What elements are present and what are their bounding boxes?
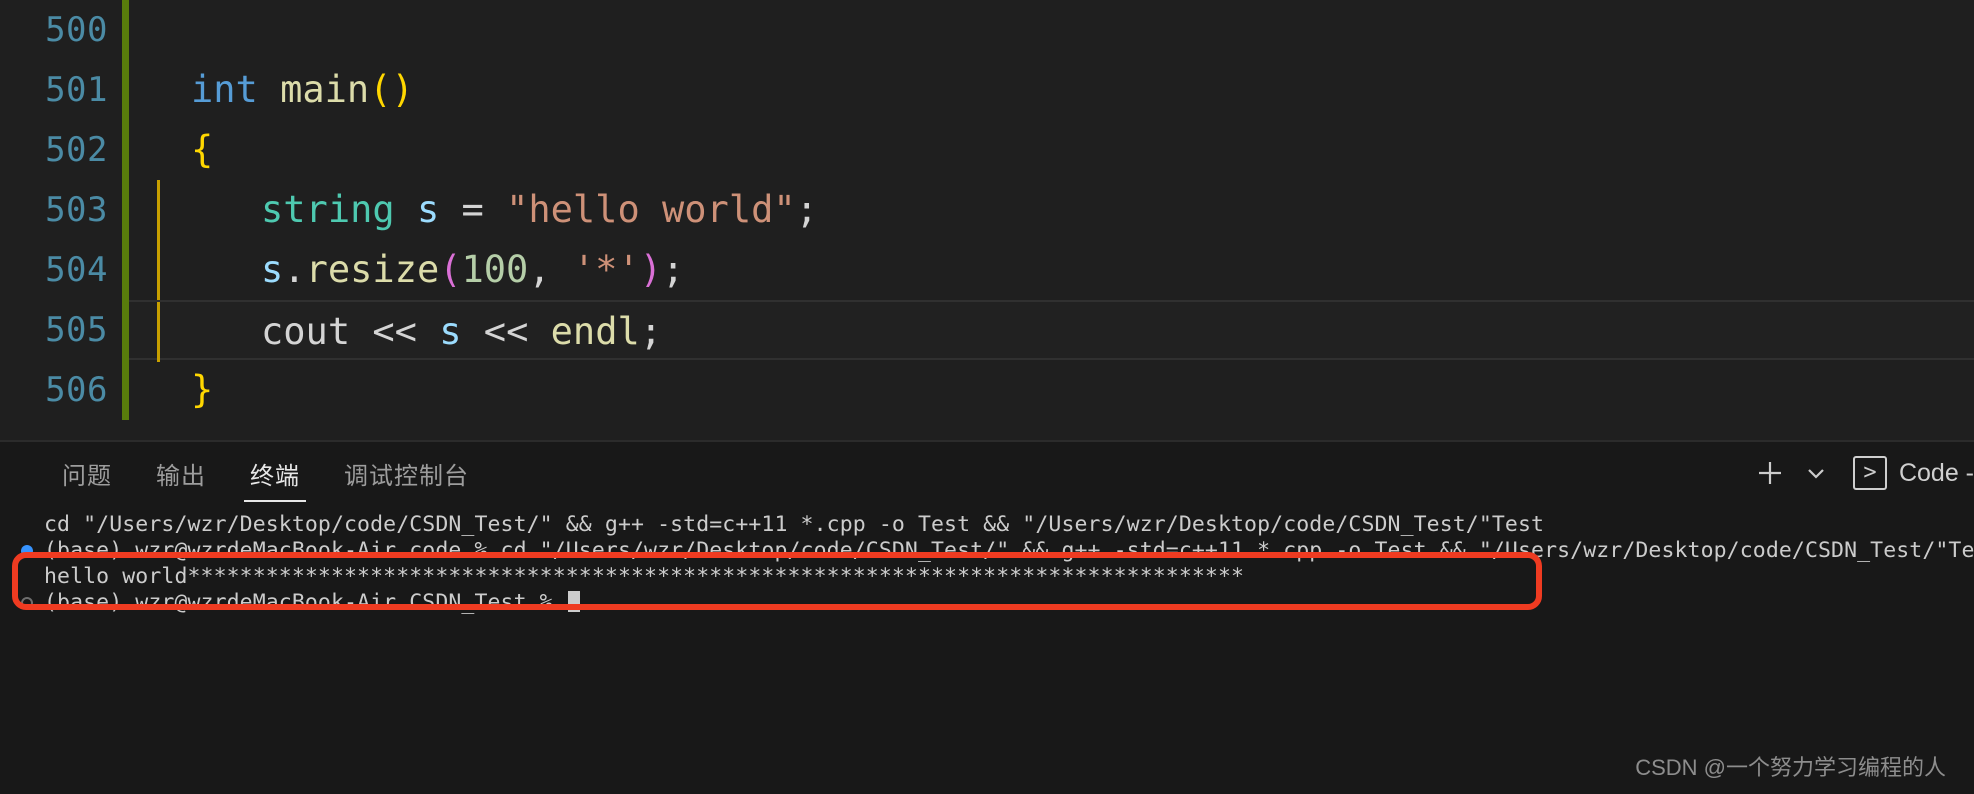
- code-token: int: [191, 68, 258, 111]
- terminal-line-text: hello world*****************************…: [44, 564, 1245, 589]
- panel-tab-list: 问题 输出 终端 调试控制台: [40, 442, 491, 504]
- code-token: main: [280, 68, 370, 111]
- line-number: 503: [45, 190, 108, 230]
- gutter-change-bar: [122, 120, 129, 180]
- code-line-content: string s = "hello world";: [129, 180, 1974, 240]
- code-token: ): [391, 68, 414, 111]
- code-tokens: {: [157, 120, 213, 180]
- terminal-line: cd "/Users/wzr/Desktop/code/CSDN_Test/" …: [44, 512, 1974, 538]
- code-line-content: cout << s << endl;: [129, 300, 1974, 362]
- code-token: resize: [305, 248, 440, 291]
- code-token: '*': [572, 248, 640, 291]
- code-token: (: [439, 248, 462, 291]
- terminal-line: (base) wzr@wzrdeMacBook-Air code % cd "/…: [21, 538, 1974, 564]
- terminal-icon: >: [1852, 456, 1887, 490]
- command-status-icon: [21, 597, 33, 609]
- code-line-content: s.resize(100, '*');: [129, 240, 1974, 300]
- code-line-content: }: [129, 360, 1974, 420]
- tab-terminal[interactable]: 终端: [228, 442, 322, 504]
- line-number: 506: [45, 370, 108, 410]
- code-editor[interactable]: 500 501 int main() 502{503 string s = "hello…: [0, 0, 1974, 440]
- code-line-content: {: [129, 120, 1974, 180]
- code-line[interactable]: 500: [0, 0, 1974, 60]
- code-token: }: [191, 368, 214, 411]
- new-terminal-icon[interactable]: [1747, 450, 1793, 496]
- gutter-change-bar: [122, 180, 129, 240]
- code-line[interactable]: 506}: [0, 360, 1974, 420]
- code-token: .: [283, 248, 306, 291]
- code-token: s: [416, 188, 440, 231]
- command-status-icon: [21, 545, 33, 557]
- code-line-content: [129, 0, 1974, 60]
- line-number: 500: [45, 10, 108, 50]
- terminal-instance-label: Code -: [1898, 458, 1974, 487]
- code-token: <<: [372, 310, 417, 353]
- code-token: endl: [550, 310, 640, 353]
- code-token: cout: [261, 310, 351, 353]
- gutter-change-bar: [122, 0, 129, 60]
- terminal-line: (base) wzr@wzrdeMacBook-Air CSDN_Test %: [21, 590, 1974, 616]
- tab-output[interactable]: 输出: [134, 442, 228, 504]
- line-number: 502: [45, 130, 108, 170]
- terminal-cursor: [567, 591, 580, 612]
- tab-problems[interactable]: 问题: [40, 442, 134, 504]
- chevron-down-icon[interactable]: [1793, 450, 1839, 496]
- terminal-instance-chip[interactable]: > Code -: [1839, 450, 1974, 496]
- tab-debug-console[interactable]: 调试控制台: [322, 442, 491, 504]
- code-token: ;: [795, 188, 818, 231]
- terminal-line: hello world*****************************…: [44, 564, 1974, 590]
- code-line[interactable]: 502 {: [0, 120, 1974, 180]
- code-token: ;: [662, 248, 685, 291]
- code-token: ;: [639, 310, 663, 353]
- code-token: ,: [528, 248, 551, 291]
- gutter-change-bar: [122, 60, 129, 120]
- line-number: 504: [45, 250, 108, 290]
- terminal-line-text: (base) wzr@wzrdeMacBook-Air CSDN_Test %: [44, 590, 566, 615]
- code-token: s: [261, 248, 284, 291]
- panel-actions: > Code -: [1747, 442, 1974, 504]
- code-token: string: [261, 188, 395, 231]
- code-line[interactable]: 503 string s = "hello world";: [0, 180, 1974, 240]
- code-token: =: [461, 188, 484, 231]
- code-token: ): [639, 248, 662, 291]
- code-token: 100: [461, 248, 529, 291]
- editor-line-list: 500 501 int main() 502{503 string s = "hello…: [0, 0, 1974, 420]
- code-token: <<: [483, 310, 529, 353]
- bottom-panel: 问题 输出 终端 调试控制台 > Code - cd "/Users/wzr/D…: [0, 440, 1974, 794]
- line-number: 505: [45, 310, 108, 350]
- code-line[interactable]: 504 s.resize(100, '*');: [0, 240, 1974, 300]
- code-line[interactable]: 505 cout << s << endl;: [0, 300, 1974, 362]
- code-token: "hello world": [506, 188, 796, 231]
- gutter-change-bar: [122, 360, 129, 420]
- terminal-line-text: cd "/Users/wzr/Desktop/code/CSDN_Test/" …: [44, 512, 1545, 537]
- code-tokens: string s = "hello world";: [157, 180, 818, 240]
- code-token: s: [439, 310, 462, 353]
- code-tokens: int main(): [157, 60, 414, 120]
- code-token: (: [369, 68, 392, 111]
- code-tokens: cout << s << endl;: [157, 302, 662, 362]
- vscode-window: 500 501 int main() 502{503 string s = "hello…: [0, 0, 1974, 794]
- terminal-line-list: cd "/Users/wzr/Desktop/code/CSDN_Test/" …: [21, 512, 1974, 616]
- code-line-content: int main(): [129, 60, 1974, 120]
- gutter-change-bar: [122, 240, 129, 300]
- code-token: {: [191, 128, 214, 171]
- csdn-watermark: CSDN @一个努力学习编程的人: [1635, 755, 1946, 780]
- gutter-change-bar: [122, 300, 129, 360]
- line-number: 501: [45, 70, 108, 110]
- terminal-line-text: (base) wzr@wzrdeMacBook-Air code % cd "/…: [44, 538, 1974, 563]
- code-tokens: }: [157, 360, 213, 420]
- code-line[interactable]: 501 int main(): [0, 60, 1974, 120]
- panel-header: 问题 输出 终端 调试控制台 > Code -: [0, 442, 1974, 504]
- code-tokens: s.resize(100, '*');: [157, 240, 684, 300]
